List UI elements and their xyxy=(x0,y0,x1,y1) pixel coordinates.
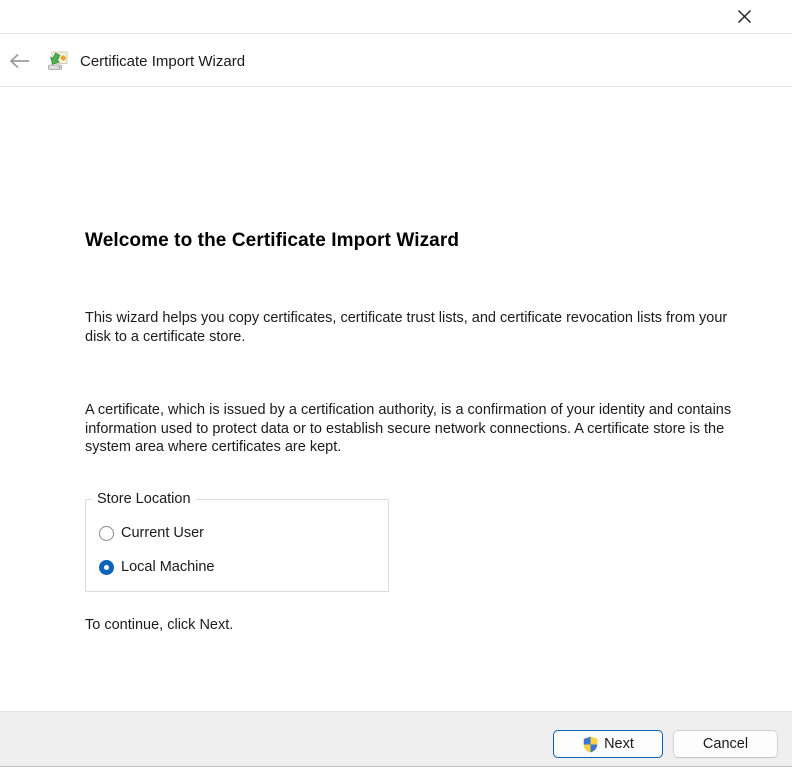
page-heading: Welcome to the Certificate Import Wizard xyxy=(85,230,459,252)
intro-paragraph: This wizard helps you copy certificates,… xyxy=(85,309,757,346)
wizard-header: Certificate Import Wizard xyxy=(0,33,792,87)
titlebar xyxy=(0,0,792,33)
radio-current-user-label[interactable]: Current User xyxy=(121,525,204,541)
cancel-button-label: Cancel xyxy=(703,736,748,752)
arrow-left-icon xyxy=(9,53,31,69)
radio-selected-dot xyxy=(104,565,109,570)
radio-current-user[interactable] xyxy=(99,526,114,541)
description-paragraph: A certificate, which is issued by a cert… xyxy=(85,401,757,457)
wizard-page-body: Welcome to the Certificate Import Wizard… xyxy=(0,87,792,711)
close-icon xyxy=(737,9,752,24)
wizard-title: Certificate Import Wizard xyxy=(80,34,245,88)
certificate-import-icon xyxy=(46,50,69,73)
back-button[interactable] xyxy=(5,47,35,75)
store-location-groupbox: Store Location Current User Local Machin… xyxy=(85,499,389,592)
next-button-label: Next xyxy=(604,736,634,752)
store-location-legend: Store Location xyxy=(93,491,195,507)
next-button[interactable]: Next xyxy=(553,730,663,758)
certificate-import-wizard-window: Certificate Import Wizard Welcome to the… xyxy=(0,0,792,767)
close-button[interactable] xyxy=(727,2,761,30)
continue-hint: To continue, click Next. xyxy=(85,617,233,633)
cancel-button[interactable]: Cancel xyxy=(673,730,778,758)
uac-shield-icon xyxy=(582,736,599,753)
radio-option-local-machine[interactable]: Local Machine xyxy=(99,558,215,576)
radio-option-current-user[interactable]: Current User xyxy=(99,524,204,542)
radio-local-machine-label[interactable]: Local Machine xyxy=(121,559,215,575)
radio-local-machine[interactable] xyxy=(99,560,114,575)
footer-bar: Next Cancel xyxy=(0,711,792,766)
